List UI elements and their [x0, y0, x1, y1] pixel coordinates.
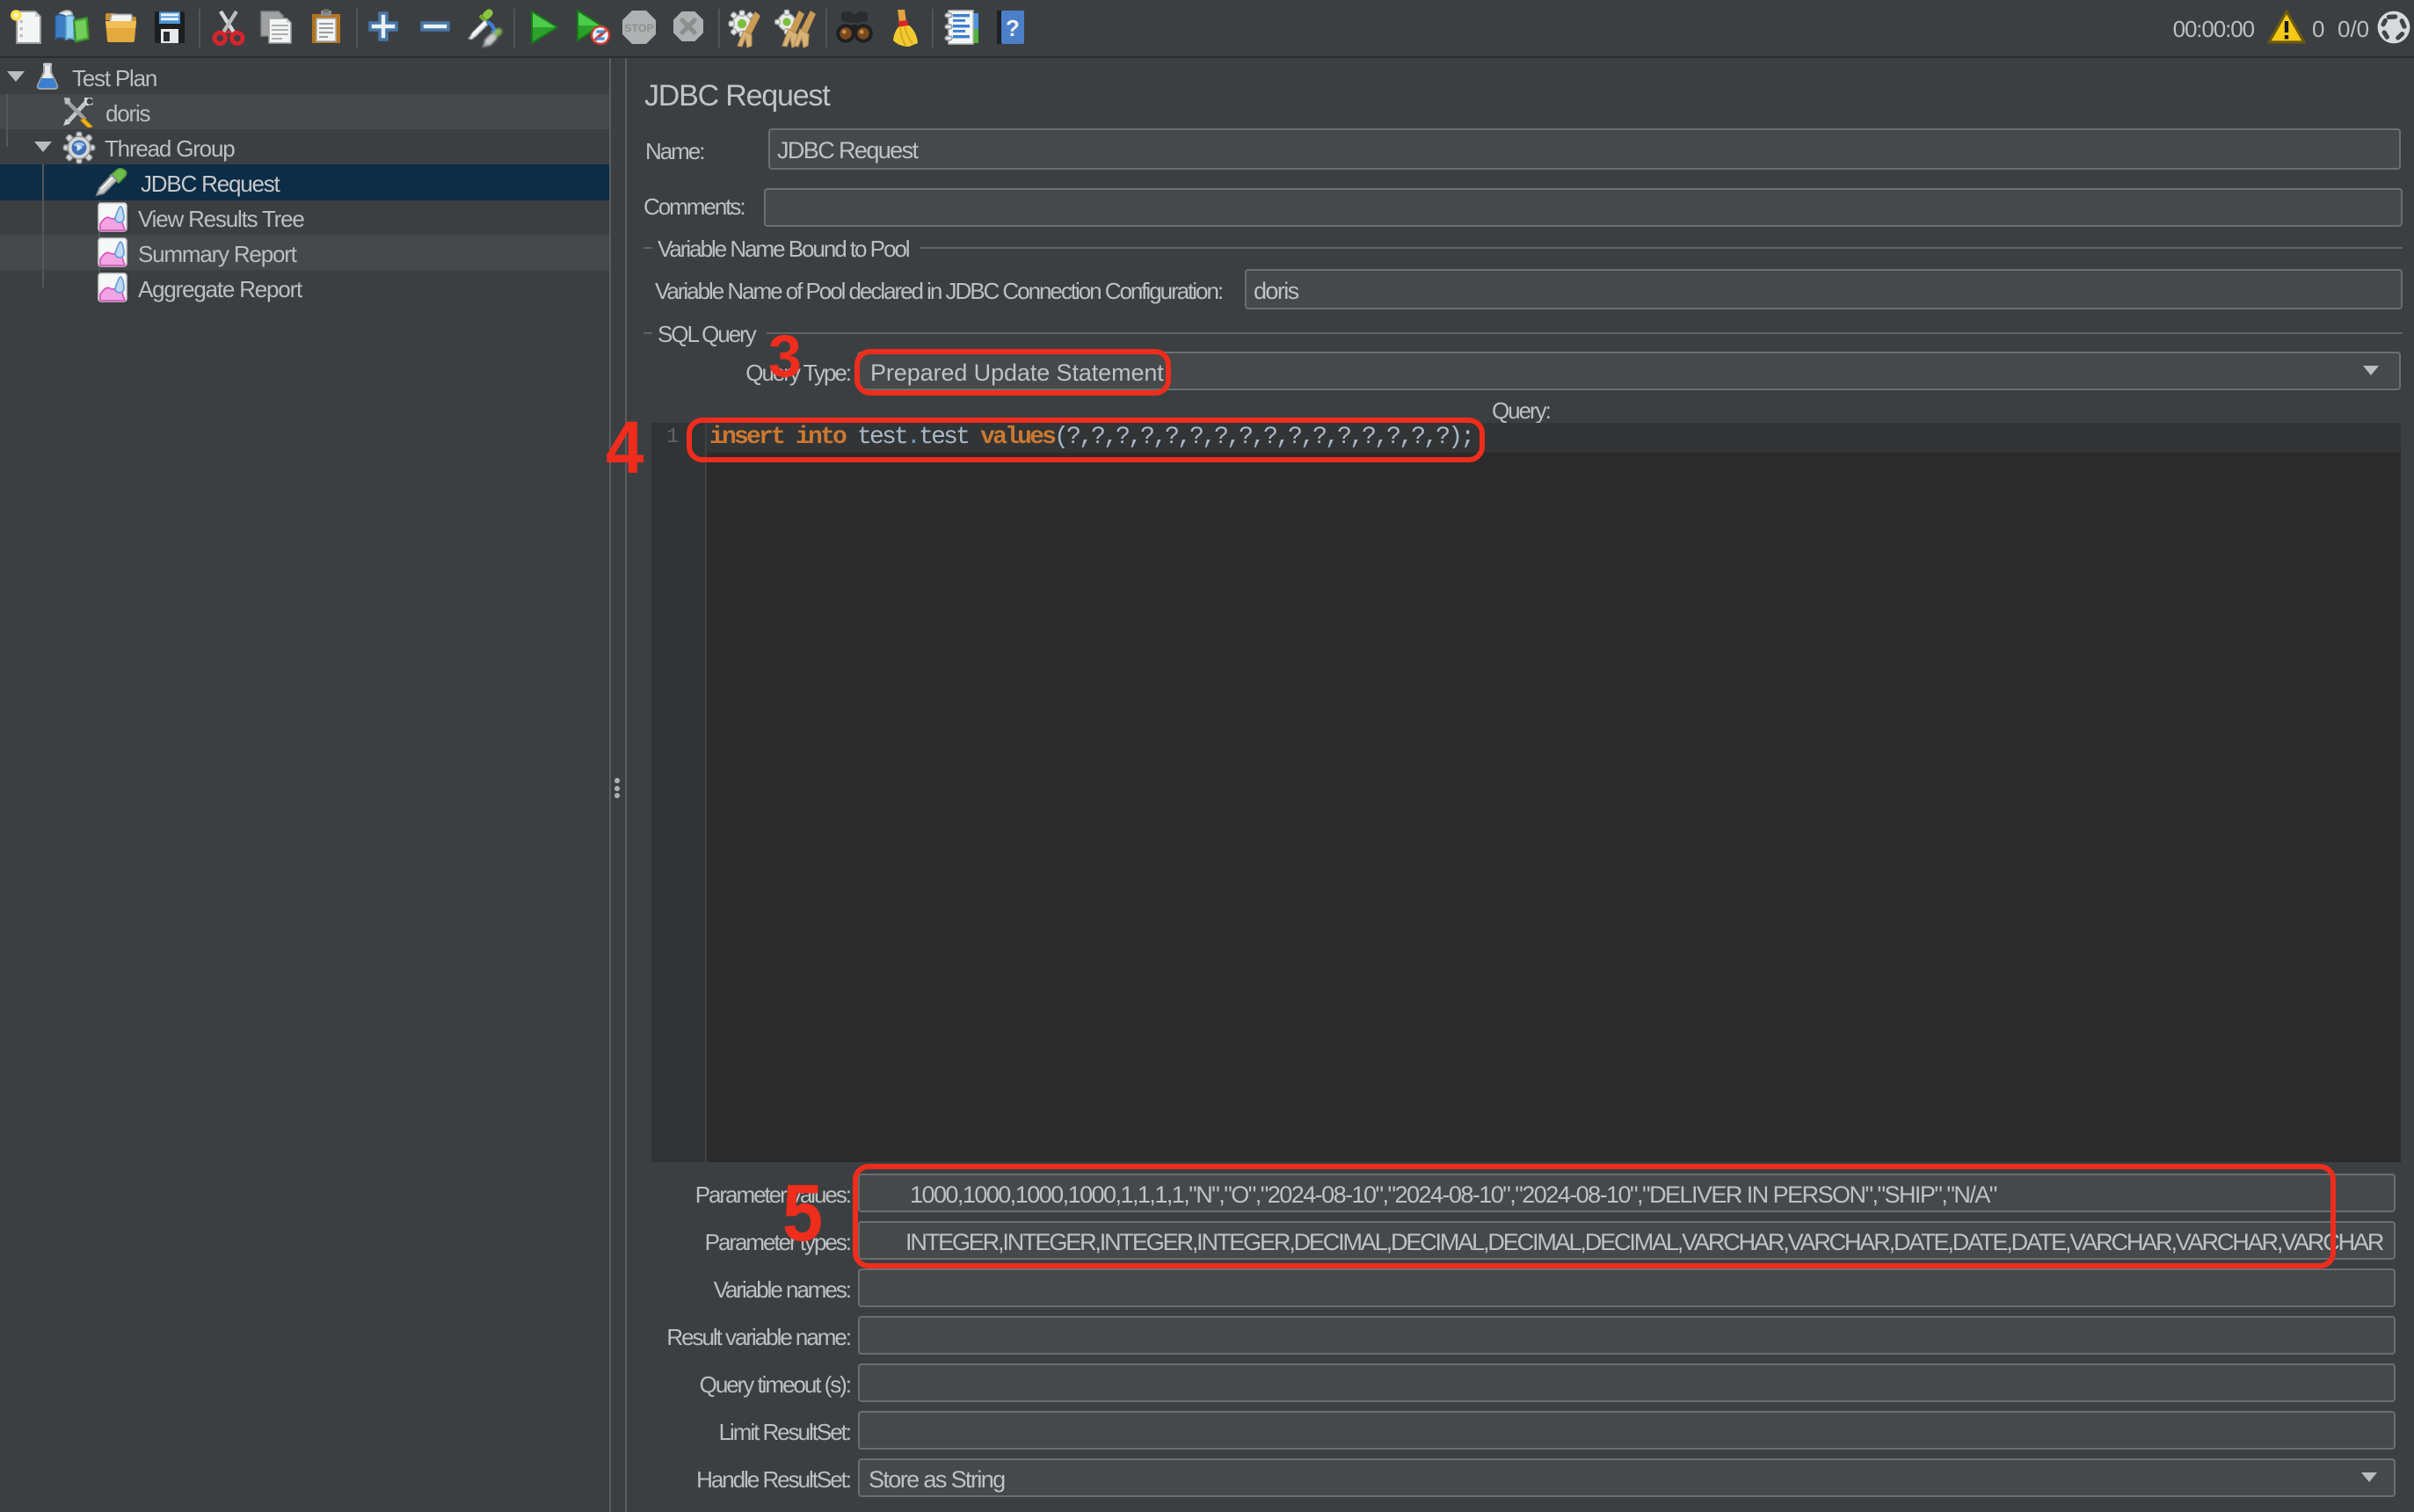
- svg-text:?: ?: [1006, 15, 1020, 41]
- svg-text:STOP: STOP: [624, 22, 654, 34]
